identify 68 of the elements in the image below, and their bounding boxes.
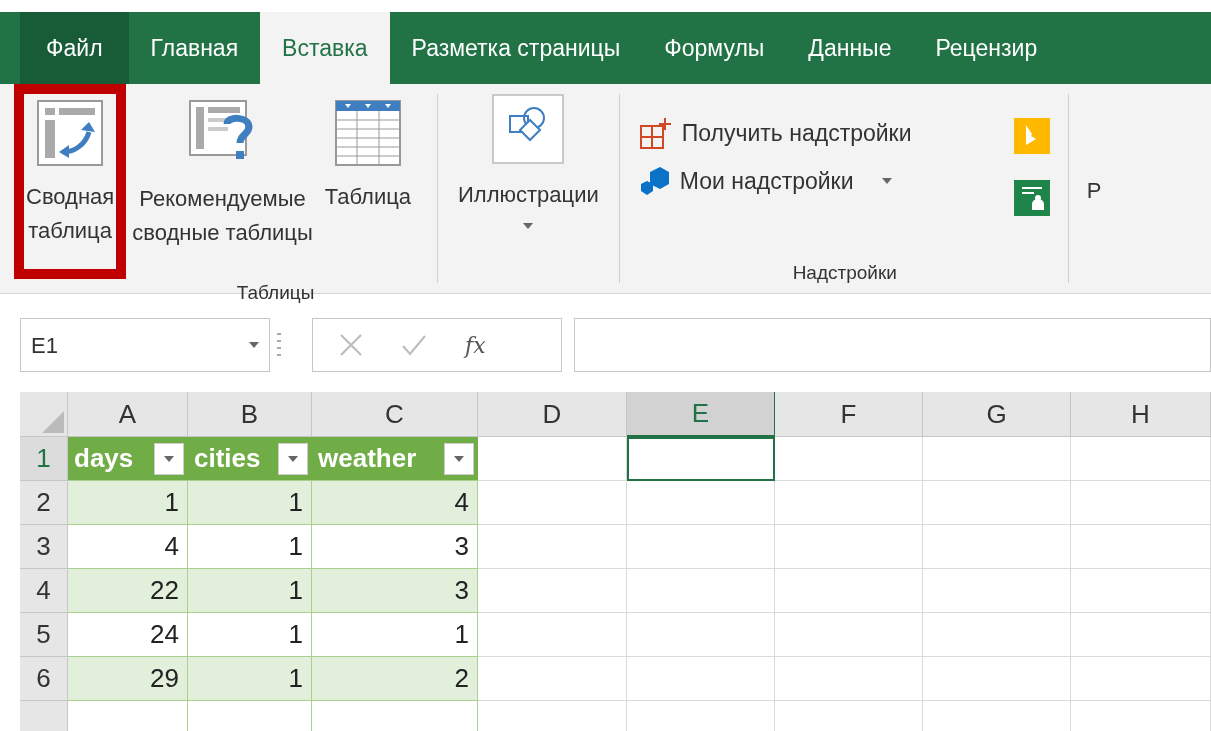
ribbon-button[interactable]: Таблица	[318, 84, 418, 215]
store-grid-icon	[639, 117, 672, 150]
row-header[interactable]: 5	[20, 613, 68, 657]
ribbon-tab[interactable]: Данные	[786, 11, 914, 85]
table-cell: 3	[312, 569, 478, 613]
bing-icon[interactable]	[1013, 118, 1050, 155]
table-cell: 1	[312, 613, 478, 657]
row-header[interactable]: 4	[20, 569, 68, 613]
addins-button[interactable]: Мои надстройки	[639, 162, 912, 201]
dropdown-caret-icon	[288, 455, 298, 462]
cancel-icon[interactable]	[339, 333, 363, 358]
ribbon-button[interactable]: Рекомендуемые сводные таблицы	[126, 84, 319, 251]
column-header[interactable]: F	[775, 392, 923, 437]
row-header[interactable]: 6	[20, 657, 68, 701]
table-cell: 1	[188, 569, 312, 613]
drag-handle-icon	[276, 332, 282, 359]
table-cell: 1	[68, 481, 188, 525]
table-cell: 1	[188, 481, 312, 525]
group-label: Р	[1086, 177, 1102, 206]
table-cell: 1	[188, 657, 312, 701]
table-cell: 1	[188, 525, 312, 569]
column-header[interactable]: C	[312, 392, 478, 437]
person-board-icon[interactable]	[1013, 180, 1050, 217]
column-header[interactable]: H	[1071, 392, 1211, 437]
dropdown-caret-icon	[164, 455, 174, 462]
insert-function-button[interactable]: fx	[465, 328, 486, 362]
table-cell: 29	[68, 657, 188, 701]
addins-button[interactable]: Получить надстройки	[639, 114, 912, 153]
pivot-table-icon	[37, 100, 104, 167]
dropdown-caret-icon	[523, 223, 534, 230]
name-box[interactable]: E1	[20, 318, 270, 373]
row-header[interactable]: 1	[20, 437, 68, 481]
table-cell: 4	[68, 525, 188, 569]
cubes-icon	[639, 166, 670, 197]
shapes-icon	[492, 94, 565, 165]
column-header[interactable]: E	[627, 392, 775, 437]
table-cell: 2	[312, 657, 478, 701]
check-icon[interactable]	[401, 333, 427, 358]
row-header[interactable]	[20, 701, 68, 731]
table-cell: 3	[312, 525, 478, 569]
column-header[interactable]: G	[923, 392, 1071, 437]
row-header[interactable]: 3	[20, 525, 68, 569]
filter-dropdown-button[interactable]	[444, 442, 474, 475]
table-icon	[334, 100, 401, 167]
illustrations-button[interactable]: Иллюстрации	[458, 84, 599, 245]
column-header[interactable]: B	[188, 392, 312, 437]
ribbon-tab[interactable]: Рецензир	[913, 11, 1060, 85]
ribbon-tab[interactable]: Главная	[128, 11, 261, 85]
filter-dropdown-button[interactable]	[154, 442, 184, 475]
table-cell: 22	[68, 569, 188, 613]
group-label: Надстройки	[792, 260, 897, 285]
group-label: Таблицы	[236, 281, 315, 306]
ribbon-tab[interactable]: Формулы	[642, 11, 787, 85]
ribbon-tab[interactable]: Вставка	[260, 11, 390, 85]
column-header[interactable]: A	[68, 392, 188, 437]
column-header[interactable]: D	[478, 392, 627, 437]
table-cell: 24	[68, 613, 188, 657]
table-cell: 4	[312, 481, 478, 525]
row-header[interactable]: 2	[20, 481, 68, 525]
ribbon-tab[interactable]: Файл	[20, 11, 129, 85]
ribbon-tab[interactable]: Разметка страницы	[389, 11, 643, 85]
dropdown-caret-icon	[881, 178, 892, 185]
dropdown-caret-icon	[454, 455, 464, 462]
table-cell: 1	[188, 613, 312, 657]
filter-dropdown-button[interactable]	[278, 442, 308, 475]
ribbon-button[interactable]: Сводная таблица	[14, 84, 127, 280]
triangle-icon	[42, 411, 64, 433]
dropdown-caret-icon	[249, 342, 259, 349]
